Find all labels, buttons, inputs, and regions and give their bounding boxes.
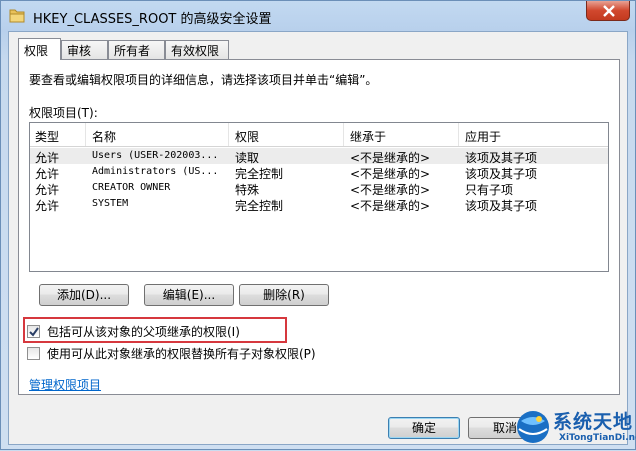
cell-name: SYSTEM <box>92 198 129 209</box>
permission-entries-list[interactable]: 类型 名称 权限 继承于 应用于 允许 Users (USER-202003..… <box>29 122 609 272</box>
tab-label: 权限 <box>24 44 49 58</box>
table-row[interactable]: 允许 CREATOR OWNER 特殊 <不是继承的> 只有子项 <box>30 180 608 197</box>
column-header-name[interactable]: 名称 <box>92 128 116 145</box>
table-row[interactable]: 允许 Administrators (US... 完全控制 <不是继承的> 该项… <box>30 164 608 181</box>
inherit-permissions-label: 包括可从该对象的父项继承的权限(I) <box>47 325 240 339</box>
tab-label: 所有者 <box>114 44 151 58</box>
column-header-applies-to[interactable]: 应用于 <box>465 128 501 145</box>
column-divider[interactable] <box>85 123 86 146</box>
remove-button[interactable]: 删除(R) <box>239 284 329 306</box>
add-button[interactable]: 添加(D)... <box>39 284 129 306</box>
permission-entries-label: 权限项目(T): <box>29 106 98 120</box>
permissions-panel: 要查看或编辑权限项目的详细信息，请选择该项目并单击“编辑”。 权限项目(T): … <box>18 59 620 395</box>
cell-name: Users (USER-202003... <box>92 150 219 161</box>
manage-permission-entries-link[interactable]: 管理权限项目 <box>29 376 101 393</box>
column-header-permission[interactable]: 权限 <box>235 128 259 145</box>
column-header-inherited-from[interactable]: 继承于 <box>350 128 386 145</box>
edit-button[interactable]: 编辑(E)... <box>144 284 234 306</box>
tab-permissions[interactable]: 权限 <box>18 38 61 60</box>
security-settings-window: HKEY_CLASSES_ROOT 的高级安全设置 权限 审核 所有者 有效权限… <box>0 0 636 450</box>
inherit-permissions-option[interactable]: 包括可从该对象的父项继承的权限(I) <box>23 317 297 343</box>
window-title: HKEY_CLASSES_ROOT 的高级安全设置 <box>33 12 272 27</box>
tab-effective-permissions[interactable]: 有效权限 <box>165 40 229 59</box>
tab-label: 审核 <box>67 44 92 58</box>
replace-child-permissions-option[interactable]: 使用可从此对象继承的权限替换所有子对象权限(P) <box>27 345 347 361</box>
column-divider[interactable] <box>458 123 459 146</box>
table-row[interactable]: 允许 SYSTEM 完全控制 <不是继承的> 该项及其子项 <box>30 196 608 213</box>
replace-child-permissions-checkbox[interactable] <box>27 347 40 360</box>
tab-owner[interactable]: 所有者 <box>108 40 165 59</box>
cell-name: Administrators (US... <box>92 166 219 177</box>
cell-applies-to: 该项及其子项 <box>465 199 538 213</box>
ok-button[interactable]: 确定 <box>388 417 460 439</box>
table-row[interactable]: 允许 Users (USER-202003... 读取 <不是继承的> 该项及其… <box>30 148 608 165</box>
site-watermark: 系统天地 XiTongTianDi.net <box>515 403 636 451</box>
checkmark-icon <box>29 327 39 337</box>
column-divider[interactable] <box>228 123 229 146</box>
close-button[interactable] <box>586 1 630 21</box>
cell-inherited-from: <不是继承的> <box>350 199 431 213</box>
registry-folder-icon <box>9 9 25 23</box>
column-divider[interactable] <box>343 123 344 146</box>
globe-logo-icon <box>517 411 549 443</box>
tab-auditing[interactable]: 审核 <box>61 40 108 59</box>
list-header: 类型 名称 权限 继承于 应用于 <box>30 123 608 147</box>
inherit-permissions-checkbox[interactable] <box>27 325 40 338</box>
cell-name: CREATOR OWNER <box>92 182 171 193</box>
instructions-text: 要查看或编辑权限项目的详细信息，请选择该项目并单击“编辑”。 <box>29 73 378 87</box>
title-bar[interactable]: HKEY_CLASSES_ROOT 的高级安全设置 <box>1 1 635 31</box>
watermark-text: 系统天地 <box>553 411 634 433</box>
close-icon <box>603 5 615 17</box>
tab-label: 有效权限 <box>171 44 220 58</box>
watermark-url: XiTongTianDi.net <box>559 433 636 443</box>
replace-child-permissions-label: 使用可从此对象继承的权限替换所有子对象权限(P) <box>47 347 316 361</box>
cell-type: 允许 <box>35 199 60 213</box>
cell-permission: 完全控制 <box>235 199 284 213</box>
column-header-type[interactable]: 类型 <box>35 128 59 145</box>
dialog-client-area: 权限 审核 所有者 有效权限 要查看或编辑权限项目的详细信息，请选择该项目并单击… <box>8 31 628 445</box>
